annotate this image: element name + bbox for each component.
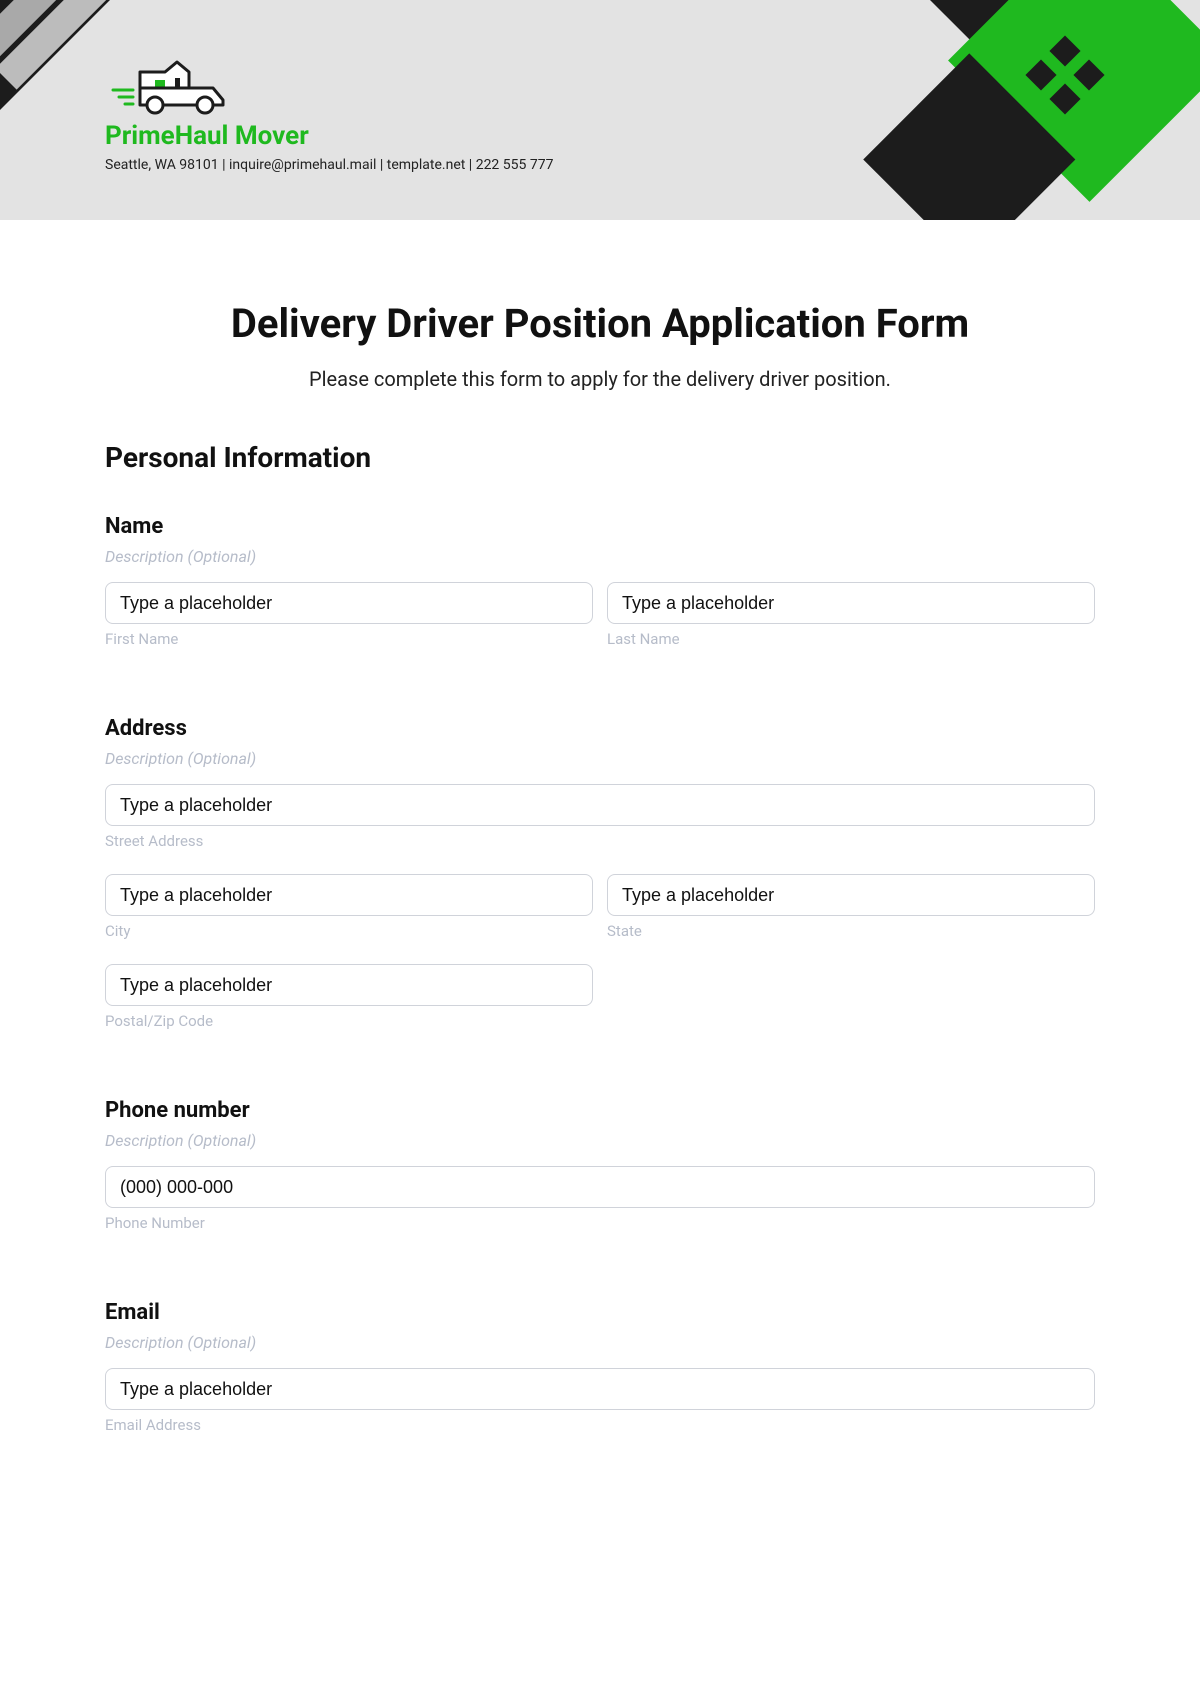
company-contact: Seattle, WA 98101 | inquire@primehaul.ma… <box>105 157 553 173</box>
postal-code-input[interactable] <box>105 964 593 1006</box>
company-name: PrimeHaul Mover <box>105 121 553 151</box>
desc-phone: Description (Optional) <box>105 1131 1095 1150</box>
state-input[interactable] <box>607 874 1095 916</box>
label-address: Address <box>105 716 1095 741</box>
geometric-decor <box>743 0 1200 220</box>
sublabel-street: Street Address <box>105 832 1095 850</box>
sublabel-email: Email Address <box>105 1416 1095 1434</box>
sublabel-city: City <box>105 922 593 940</box>
sublabel-phone: Phone Number <box>105 1214 1095 1232</box>
city-input[interactable] <box>105 874 593 916</box>
diamond-icon <box>1030 40 1100 110</box>
letterhead: PrimeHaul Mover Seattle, WA 98101 | inqu… <box>0 0 1200 220</box>
sublabel-first-name: First Name <box>105 630 593 648</box>
desc-name: Description (Optional) <box>105 547 1095 566</box>
last-name-input[interactable] <box>607 582 1095 624</box>
desc-email: Description (Optional) <box>105 1333 1095 1352</box>
email-input[interactable] <box>105 1368 1095 1410</box>
phone-input[interactable] <box>105 1166 1095 1208</box>
field-email: Email Description (Optional) Email Addre… <box>105 1300 1095 1452</box>
sublabel-state: State <box>607 922 1095 940</box>
page-subtitle: Please complete this form to apply for t… <box>105 367 1095 391</box>
label-name: Name <box>105 514 1095 539</box>
label-phone: Phone number <box>105 1098 1095 1123</box>
sublabel-postal: Postal/Zip Code <box>105 1012 593 1030</box>
street-address-input[interactable] <box>105 784 1095 826</box>
label-email: Email <box>105 1300 1095 1325</box>
brand-block: PrimeHaul Mover Seattle, WA 98101 | inqu… <box>105 60 553 173</box>
section-personal-info: Personal Information <box>105 441 1095 474</box>
truck-logo-icon <box>105 60 240 115</box>
field-phone: Phone number Description (Optional) Phon… <box>105 1098 1095 1250</box>
first-name-input[interactable] <box>105 582 593 624</box>
sublabel-last-name: Last Name <box>607 630 1095 648</box>
form-content: Delivery Driver Position Application For… <box>0 220 1200 1542</box>
field-address: Address Description (Optional) Street Ad… <box>105 716 1095 1048</box>
page-title: Delivery Driver Position Application For… <box>105 300 1095 347</box>
field-name: Name Description (Optional) First Name L… <box>105 514 1095 666</box>
desc-address: Description (Optional) <box>105 749 1095 768</box>
